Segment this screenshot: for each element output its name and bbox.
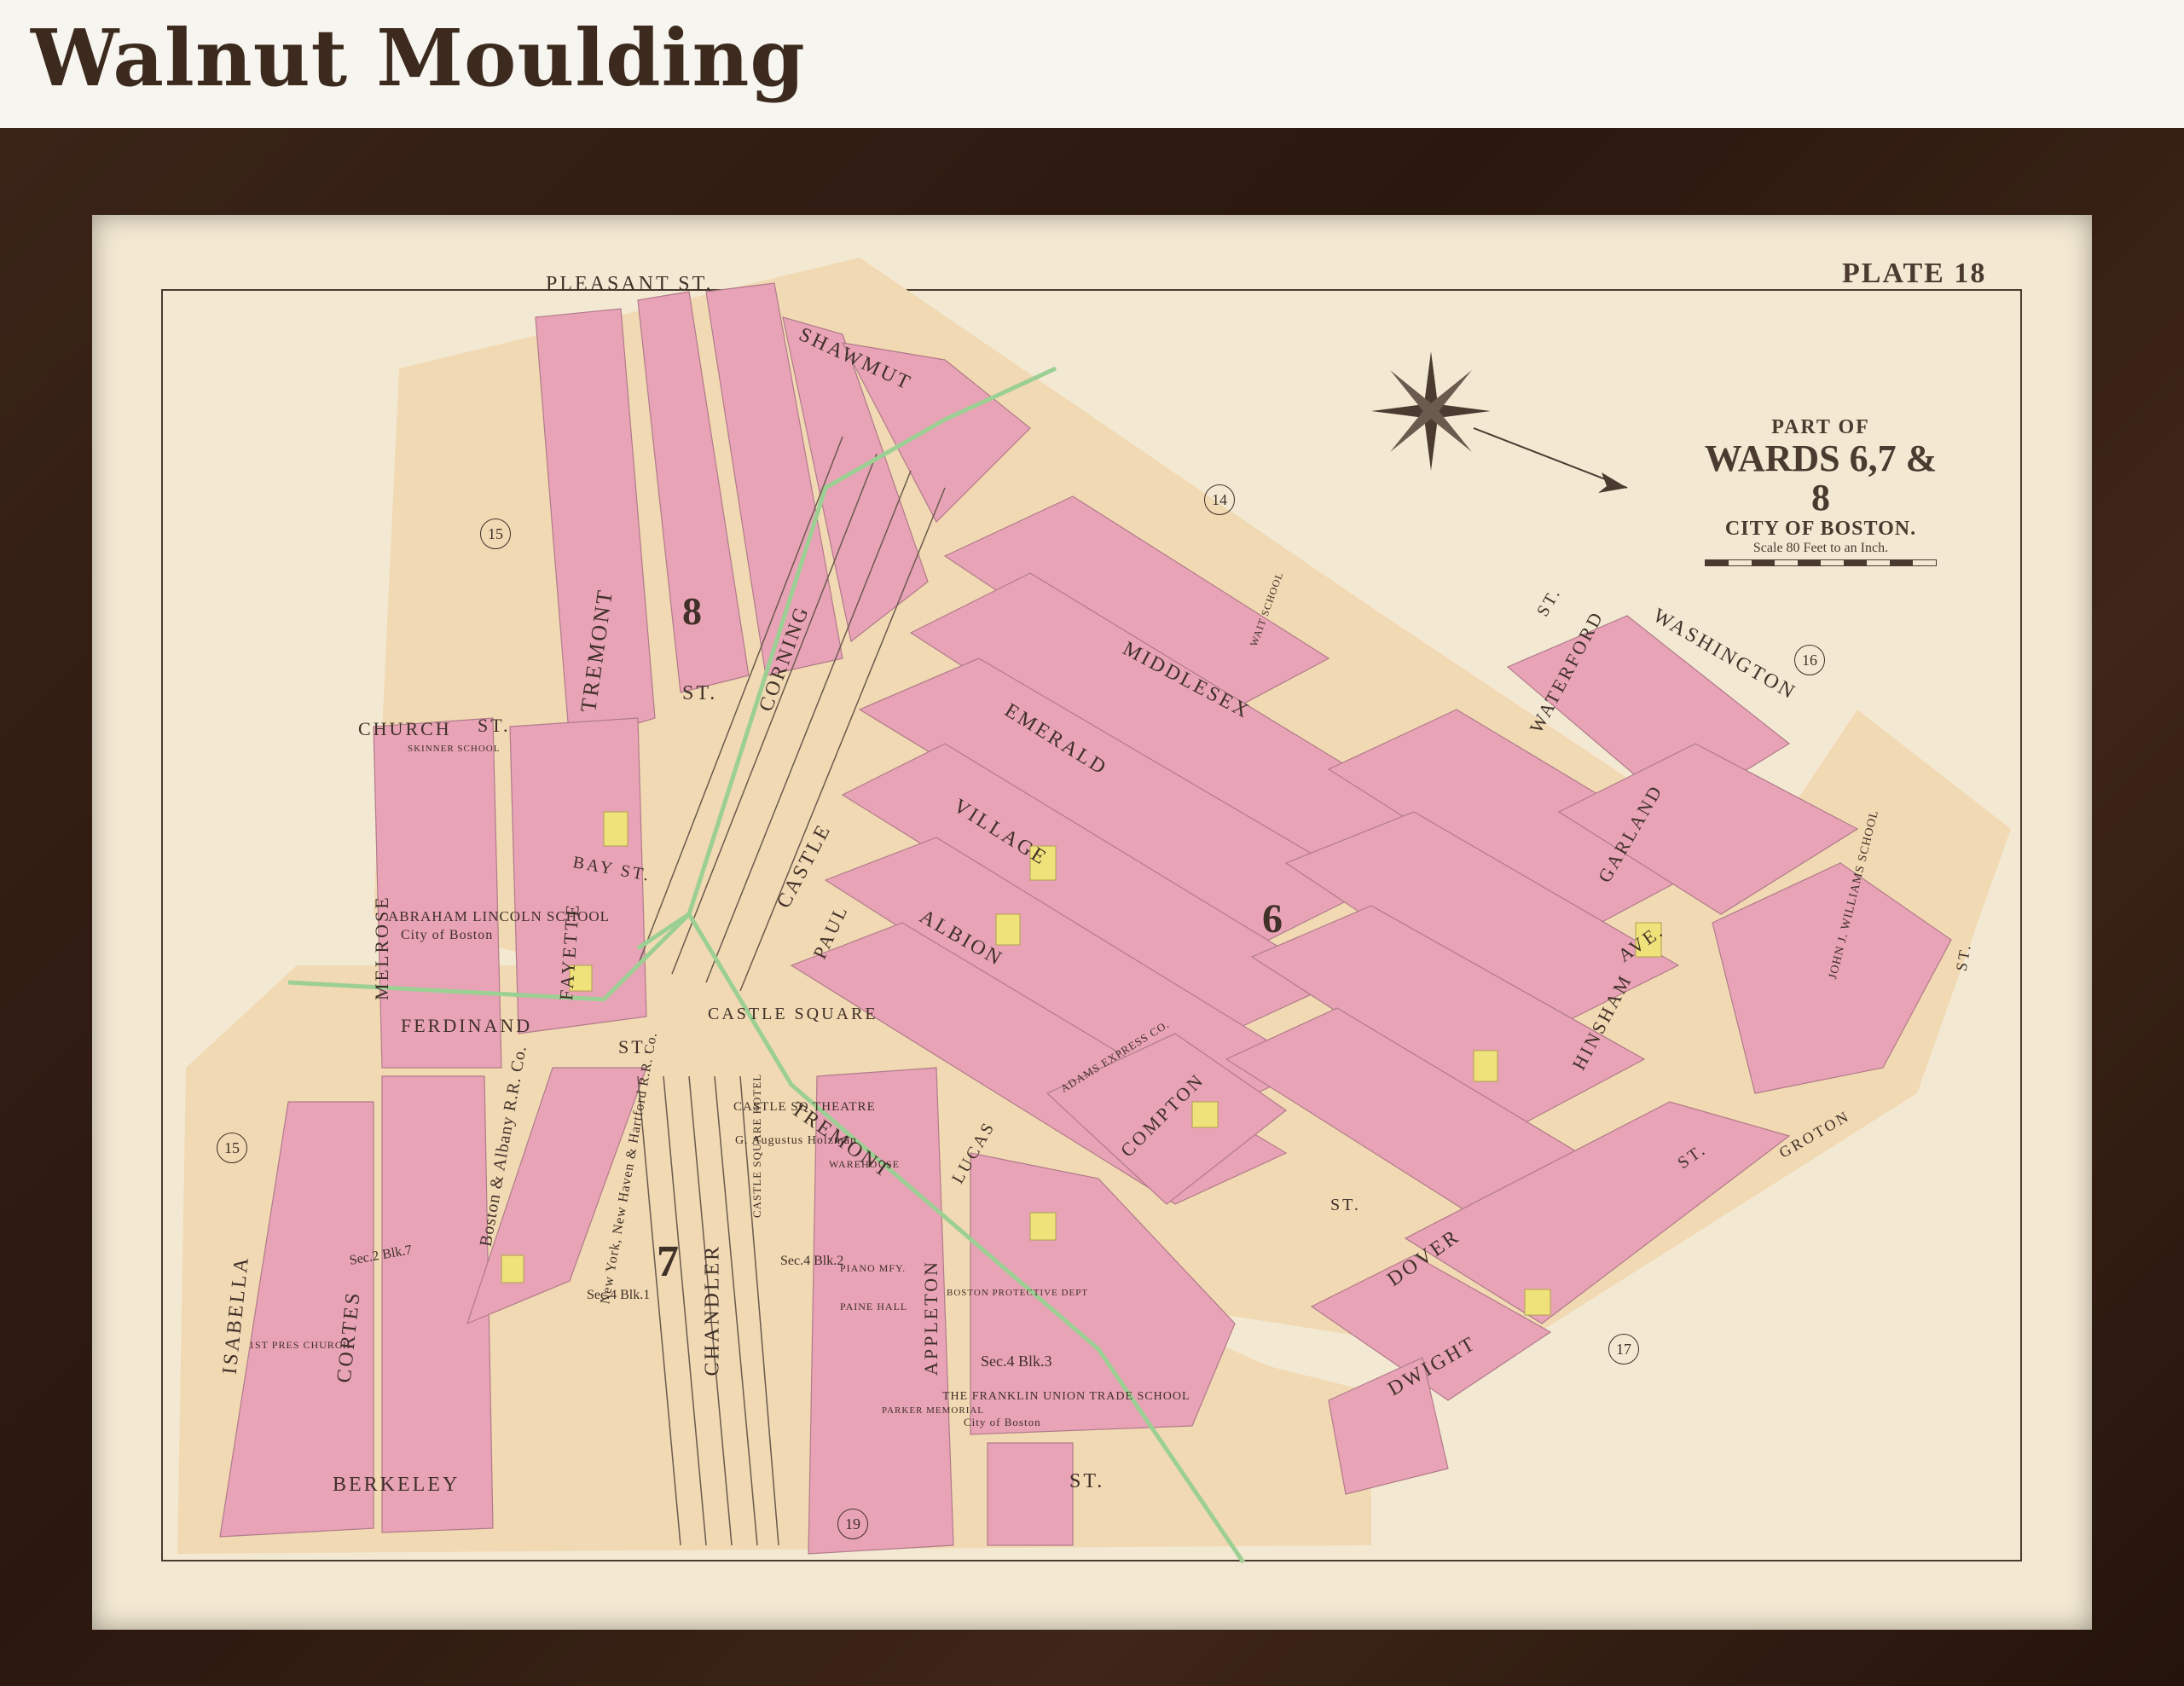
street-label-17: FERDINAND: [401, 1015, 533, 1036]
cartouche-line-3: CITY OF BOSTON.: [1724, 518, 1917, 541]
block-label-2: Sec.4 Blk.1: [587, 1288, 651, 1302]
plate-label: PLATE 18: [1842, 258, 1987, 289]
cartouche-line-2: WARDS 6,7 & 8: [1704, 437, 1938, 519]
building-label-19: PARKER MEMORIAL: [882, 1405, 985, 1416]
building-label-11: City of Boston: [964, 1416, 1041, 1428]
compass-rose-icon: [1371, 351, 1628, 493]
building-label-1: ABRAHAM LINCOLN SCHOOL: [388, 908, 611, 924]
scale-bar: [1705, 559, 1937, 567]
block-label-1: Sec.4 Blk.2: [780, 1254, 844, 1268]
ward-number-2: 7: [657, 1237, 679, 1286]
building-label-18: SKINNER SCHOOL: [408, 744, 501, 754]
circled-number-6: 19: [837, 1509, 868, 1539]
ward-number-3: 6: [1262, 896, 1283, 941]
building-label-5: CASTLE SQUARE HOTEL: [750, 1073, 763, 1218]
cartouche-line-1: PART OF: [1771, 416, 1870, 438]
street-label-26: ST.: [1069, 1470, 1105, 1492]
circled-number-1: 15: [480, 519, 511, 549]
building-label-15: 1ST PRES CHURCH: [249, 1339, 351, 1351]
ward-number-1: 8: [682, 589, 702, 633]
street-label-4: CHURCH: [358, 718, 452, 739]
street-label-23: CHANDLER: [701, 1243, 724, 1376]
building-label-9: BOSTON PROTECTIVE DEPT: [947, 1288, 1089, 1298]
street-label-19: CASTLE SQUARE: [708, 1005, 878, 1023]
building-label-8: PAINE HALL: [840, 1301, 908, 1312]
block-label-3: Sec.4 Blk.3: [981, 1353, 1052, 1370]
circled-number-4: 15: [217, 1133, 247, 1163]
building-label-10: THE FRANKLIN UNION TRADE SCHOOL: [942, 1390, 1190, 1403]
page-title: Walnut Moulding: [31, 12, 806, 104]
map-cartouche: PART OF WARDS 6,7 & 8 CITY OF BOSTON. Sc…: [1697, 416, 1944, 567]
street-label-24: APPLETON: [920, 1259, 941, 1376]
building-label-6: WAREHOUSE: [829, 1158, 900, 1170]
cartouche-line-4: Scale 80 Feet to an Inch.: [1752, 541, 1889, 556]
building-label-7: PIANO MFY.: [840, 1262, 907, 1274]
circled-number-3: 16: [1794, 645, 1825, 675]
street-label-1: PLEASANT ST.: [546, 273, 714, 295]
circled-number-5: 17: [1608, 1334, 1639, 1364]
street-label-5: ST.: [478, 715, 511, 736]
street-label-25: BERKELEY: [333, 1474, 461, 1496]
circled-number-2: 14: [1204, 484, 1235, 515]
street-label-29: ST.: [1330, 1196, 1361, 1214]
street-label-3: ST.: [682, 682, 718, 704]
building-label-2: City of Boston: [401, 928, 494, 942]
